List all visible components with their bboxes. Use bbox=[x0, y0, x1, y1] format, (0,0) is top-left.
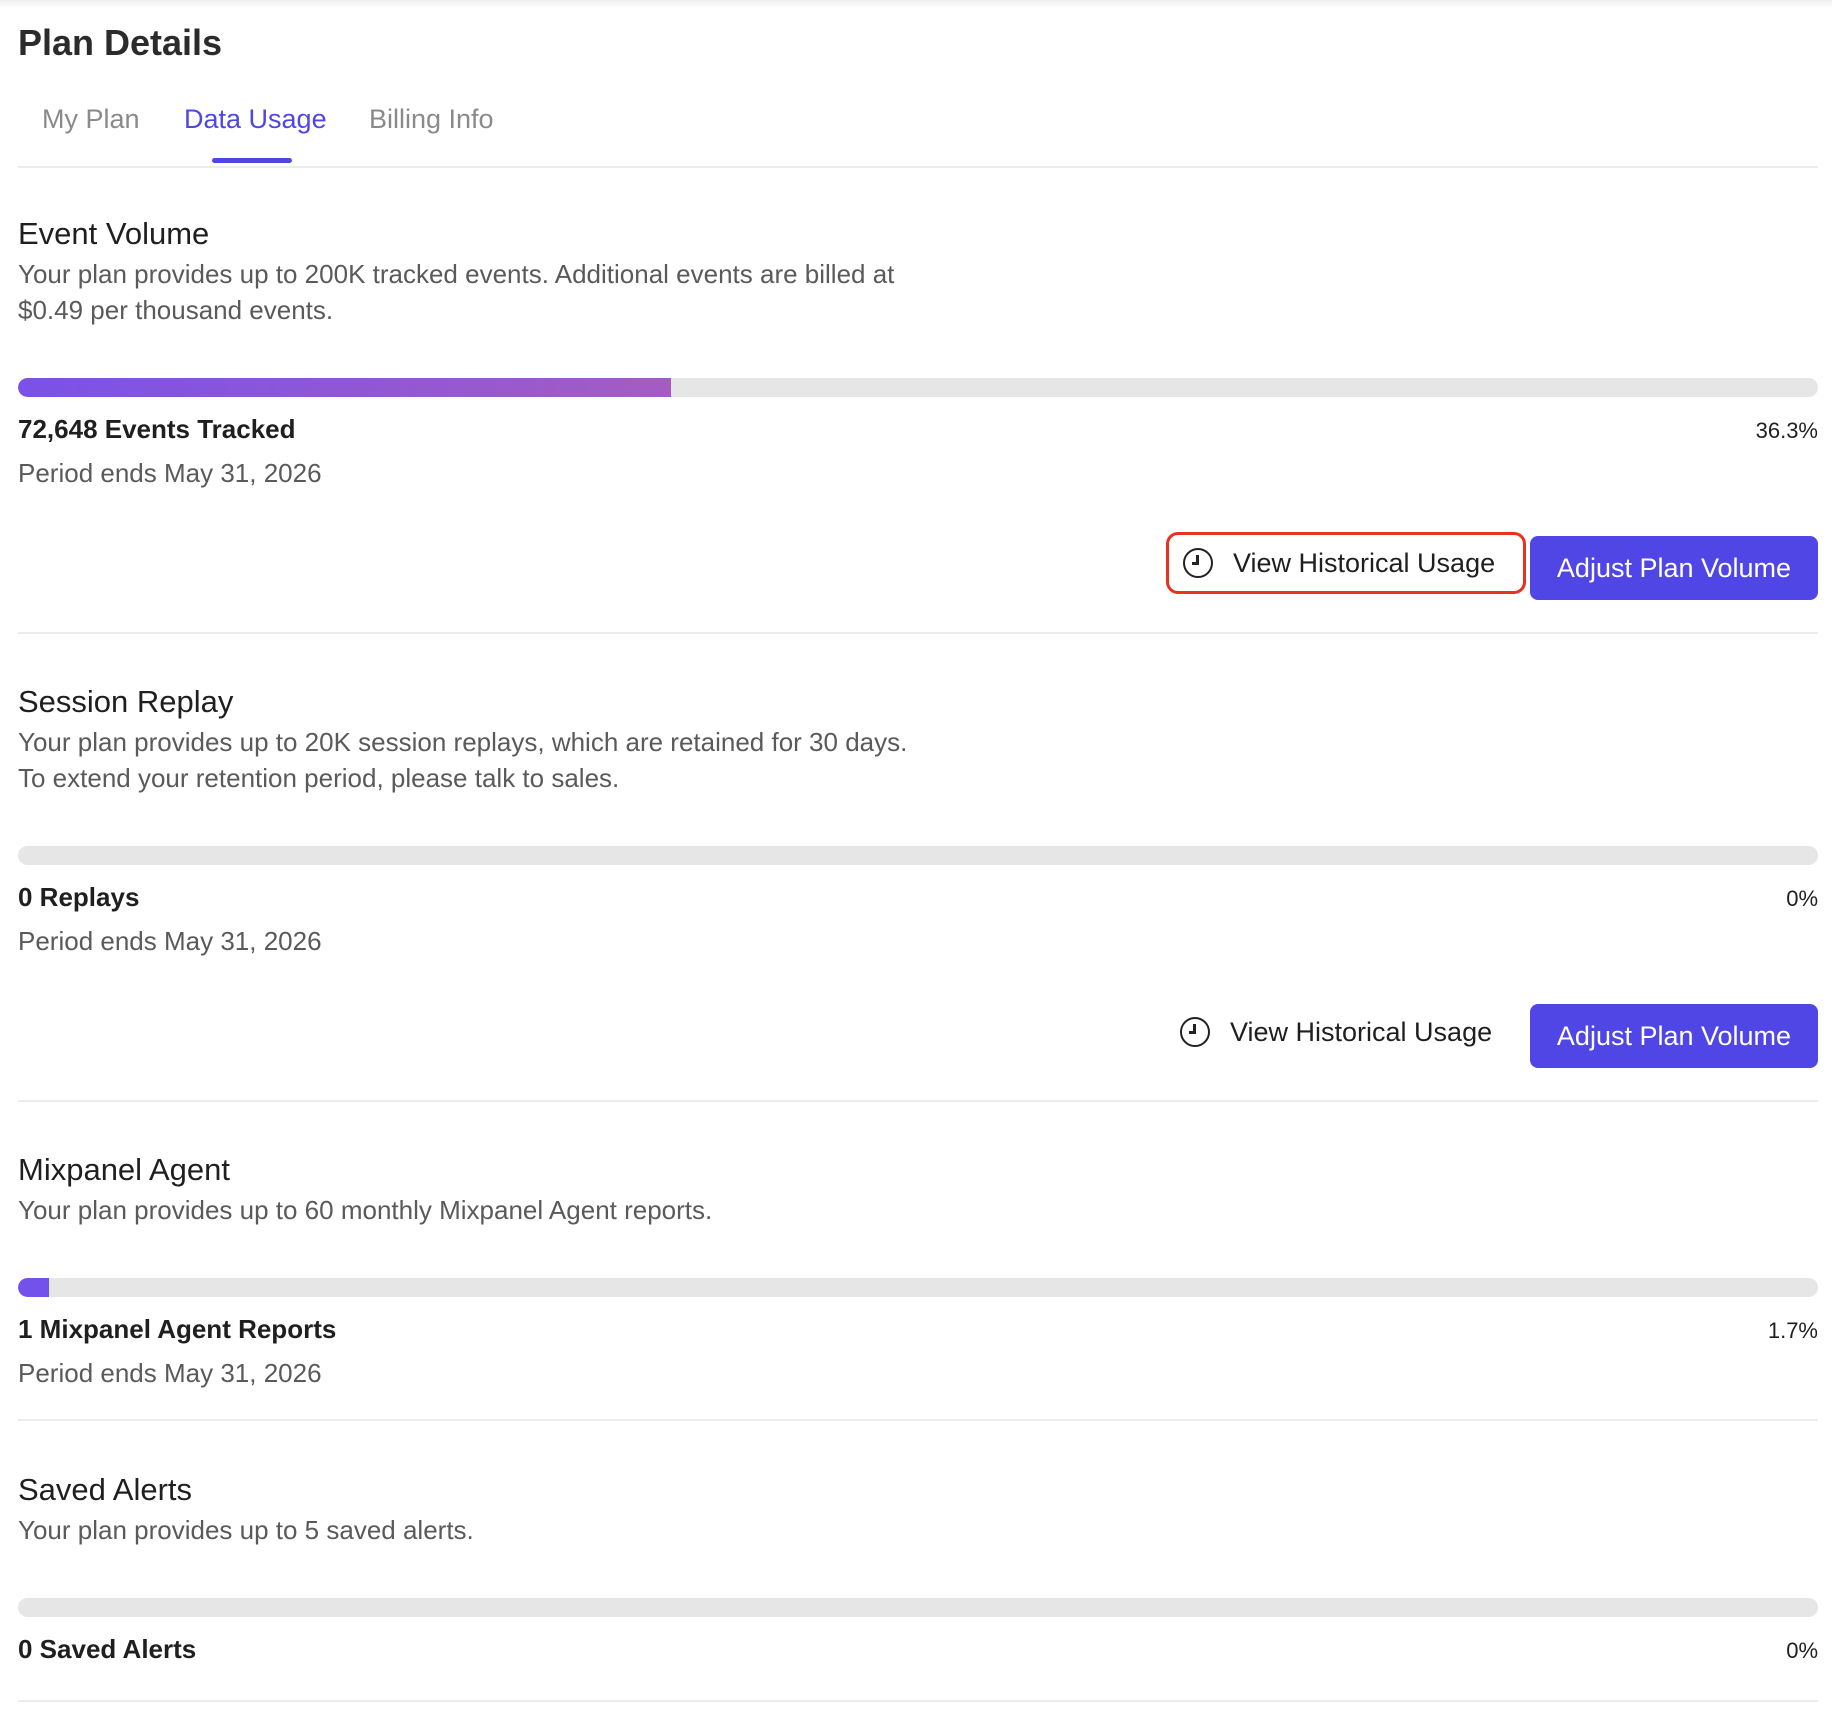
clock-icon bbox=[1183, 548, 1213, 578]
top-shadow bbox=[0, 0, 1832, 8]
usage-count: 1 Mixpanel Agent Reports bbox=[18, 1314, 337, 1344]
section-divider bbox=[18, 632, 1818, 634]
section-description: Your plan provides up to 200K tracked ev… bbox=[18, 259, 895, 325]
section-title: Mixpanel Agent bbox=[18, 1152, 230, 1187]
usage-percent: 36.3% bbox=[1755, 418, 1818, 443]
active-tab-indicator bbox=[212, 158, 292, 163]
usage-count: 0 Saved Alerts bbox=[18, 1634, 197, 1664]
view-historical-usage-label: View Historical Usage bbox=[1230, 1016, 1493, 1047]
usage-progress-bar bbox=[18, 378, 1818, 397]
usage-progress-fill bbox=[18, 378, 672, 397]
tab-data-usage[interactable]: Data Usage bbox=[184, 104, 327, 135]
usage-percent: 1.7% bbox=[1767, 1318, 1818, 1343]
usage-progress-fill bbox=[18, 1278, 49, 1297]
usage-count: 0 Replays bbox=[18, 882, 140, 912]
section-description: Your plan provides up to 20K session rep… bbox=[18, 727, 908, 793]
tab-billing-info[interactable]: Billing Info bbox=[369, 104, 494, 135]
section-description: Your plan provides up to 5 saved alerts. bbox=[18, 1515, 474, 1545]
tab-bar: My Plan Data Usage Billing Info bbox=[18, 100, 1818, 168]
clock-icon bbox=[1180, 1017, 1210, 1047]
view-historical-usage-label: View Historical Usage bbox=[1233, 547, 1496, 578]
usage-percent: 0% bbox=[1786, 1638, 1818, 1663]
section-divider bbox=[18, 1419, 1818, 1421]
section-title: Session Replay bbox=[18, 684, 234, 719]
section-description: Your plan provides up to 60 monthly Mixp… bbox=[18, 1195, 713, 1225]
usage-progress-bar bbox=[18, 846, 1818, 865]
adjust-plan-volume-button[interactable]: Adjust Plan Volume bbox=[1530, 1004, 1818, 1068]
period-end-text: Period ends May 31, 2026 bbox=[18, 1358, 322, 1388]
usage-count: 72,648 Events Tracked bbox=[18, 414, 296, 444]
period-end-text: Period ends May 31, 2026 bbox=[18, 926, 322, 956]
section-title: Event Volume bbox=[18, 216, 210, 251]
view-historical-usage-button[interactable]: View Historical Usage bbox=[1166, 1001, 1526, 1063]
page-title: Plan Details bbox=[18, 22, 223, 63]
period-end-text: Period ends May 31, 2026 bbox=[18, 458, 322, 488]
usage-progress-bar bbox=[18, 1598, 1818, 1617]
section-divider bbox=[18, 1100, 1818, 1102]
usage-percent: 0% bbox=[1786, 886, 1818, 911]
section-title: Saved Alerts bbox=[18, 1472, 193, 1507]
adjust-plan-volume-button[interactable]: Adjust Plan Volume bbox=[1530, 536, 1818, 600]
usage-progress-bar bbox=[18, 1278, 1818, 1297]
section-divider bbox=[18, 1700, 1818, 1702]
tab-my-plan[interactable]: My Plan bbox=[42, 104, 140, 135]
view-historical-usage-button[interactable]: View Historical Usage bbox=[1166, 532, 1526, 594]
